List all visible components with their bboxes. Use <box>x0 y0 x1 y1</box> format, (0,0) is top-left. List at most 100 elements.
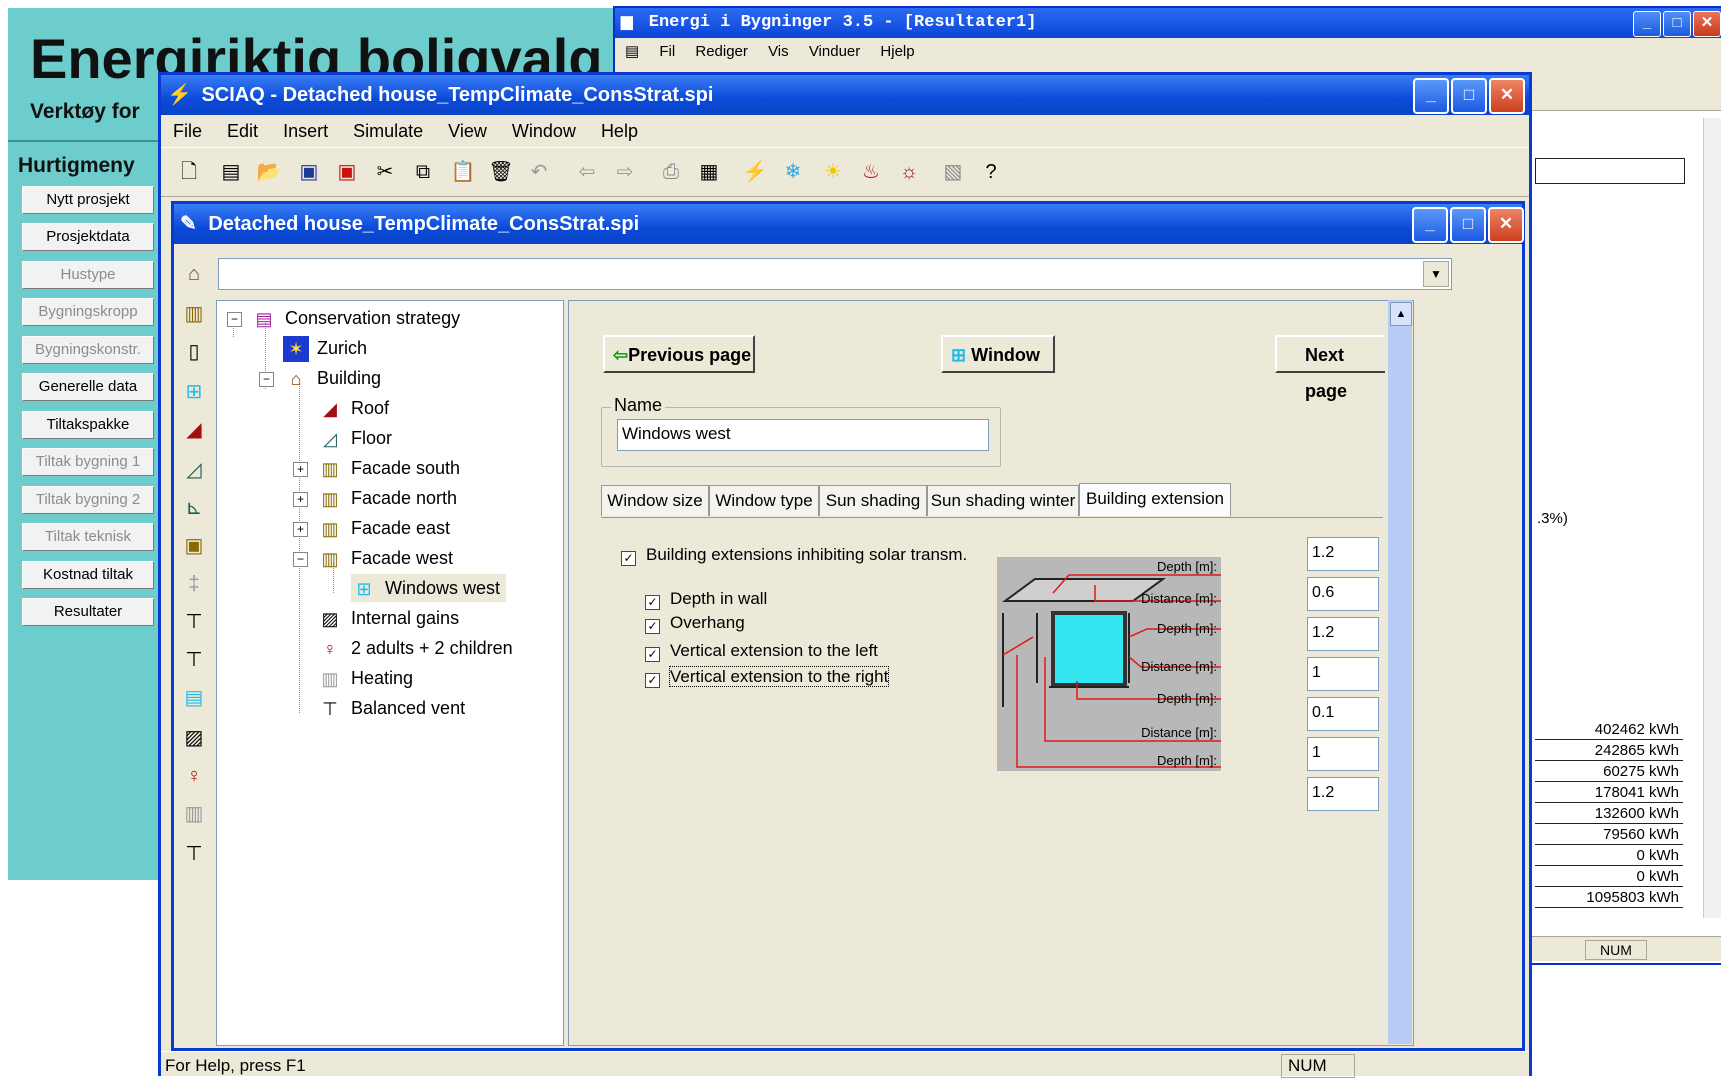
collapse-toggle[interactable]: − <box>227 312 242 327</box>
minimize-button[interactable]: _ <box>1413 78 1449 114</box>
close-button[interactable]: ✕ <box>1488 207 1524 243</box>
checkbox-checked[interactable]: ✓ <box>645 673 660 688</box>
balanced-vent-icon[interactable]: ⊤ <box>180 840 208 868</box>
tab-sun-shading[interactable]: Sun shading <box>819 485 927 516</box>
object-window-button[interactable]: ⊞ Window <box>941 335 1055 373</box>
sun-icon[interactable]: ☀ <box>819 158 847 186</box>
checkbox-checked[interactable]: ✓ <box>621 551 636 566</box>
forward-icon[interactable]: ⇨ <box>611 158 639 186</box>
tree-item-facade-east[interactable]: ▥ Facade east <box>317 514 450 542</box>
tab-sun-shading-winter[interactable]: Sun shading winter <box>927 485 1079 516</box>
maximize-button[interactable]: □ <box>1663 11 1691 37</box>
cut-icon[interactable]: ✂ <box>371 158 399 186</box>
tab-window-size[interactable]: Window size <box>601 485 709 516</box>
left-extension-distance-input[interactable]: 1 <box>1307 657 1379 691</box>
person-icon[interactable]: ♀ <box>180 762 208 790</box>
open-folder-icon[interactable]: 📂 <box>255 158 283 186</box>
document-titlebar[interactable]: ✎ Detached house_TempClimate_ConsStrat.s… <box>174 204 1522 244</box>
minimize-button[interactable]: _ <box>1633 11 1661 37</box>
print-icon[interactable]: ⎙ <box>657 158 685 186</box>
new-project-icon[interactable]: ▤ <box>217 158 245 186</box>
floor-icon[interactable]: ◿ <box>180 456 208 484</box>
object-combobox[interactable]: ▼ <box>218 258 1452 290</box>
minimize-button[interactable]: _ <box>1412 207 1448 243</box>
checkbox-checked[interactable]: ✓ <box>645 595 660 610</box>
save-as-icon[interactable]: ▣ <box>333 158 361 186</box>
report-icon[interactable]: ▦ <box>695 158 723 186</box>
internal-gains-icon[interactable]: ▨ <box>180 724 208 752</box>
menu-window[interactable]: Window <box>512 115 576 147</box>
next-page-button[interactable]: Next page <box>1275 335 1385 401</box>
expand-toggle[interactable]: + <box>293 492 308 507</box>
ventilation-2-icon[interactable]: ⊤ <box>180 646 208 674</box>
vertical-extension-left-checkbox[interactable]: ✓ Vertical extension to the left <box>645 641 878 662</box>
cooling-icon[interactable]: ❄ <box>779 158 807 186</box>
tree-item-facade-north[interactable]: ▥ Facade north <box>317 484 457 512</box>
menu-view[interactable]: View <box>448 115 487 147</box>
general-data-button[interactable]: Generelle data <box>22 373 154 401</box>
facade-icon[interactable]: ▥ <box>180 300 208 328</box>
ventilation-icon[interactable]: ⊤ <box>180 608 208 636</box>
tree-item-occupants[interactable]: ♀ 2 adults + 2 children <box>317 634 512 662</box>
back-icon[interactable]: ⇦ <box>573 158 601 186</box>
menu-insert[interactable]: Insert <box>283 115 328 147</box>
menu-rediger[interactable]: Rediger <box>695 43 748 60</box>
sciaq-titlebar[interactable]: ⚡ SCIAQ - Detached house_TempClimate_Con… <box>161 75 1529 115</box>
results-button[interactable]: Resultater <box>22 598 154 626</box>
previous-page-button[interactable]: ⇦Previous page <box>603 335 755 373</box>
overhang-checkbox[interactable]: ✓ Overhang <box>645 613 745 634</box>
menu-fil[interactable]: Fil <box>659 43 675 60</box>
delete-icon[interactable]: 🗑 <box>487 158 515 186</box>
help-icon[interactable]: ? <box>977 158 1005 186</box>
chevron-down-icon[interactable]: ▼ <box>1423 261 1449 287</box>
menu-vinduer[interactable]: Vinduer <box>809 43 860 60</box>
building-extensions-checkbox[interactable]: ✓ Building extensions inhibiting solar tr… <box>621 545 967 566</box>
menu-vis[interactable]: Vis <box>768 43 789 60</box>
tree-item-internal-gains[interactable]: ▨ Internal gains <box>317 604 459 632</box>
right-extension-distance-input[interactable]: 1 <box>1307 737 1379 771</box>
depth-in-wall-checkbox[interactable]: ✓ Depth in wall <box>645 589 767 610</box>
menu-hjelp[interactable]: Hjelp <box>880 43 914 60</box>
menu-help[interactable]: Help <box>601 115 638 147</box>
simulate-lightning-icon[interactable]: ⚡ <box>741 158 769 186</box>
house-icon[interactable]: ⌂ <box>180 260 208 288</box>
close-button[interactable]: ✕ <box>1489 78 1525 114</box>
tree-item-climate[interactable]: ✶ Zurich <box>283 334 367 363</box>
tab-window-type[interactable]: Window type <box>709 485 819 516</box>
left-extension-depth-input[interactable]: 0.1 <box>1307 697 1379 731</box>
tree-item-facade-west[interactable]: ▥ Facade west <box>317 544 453 572</box>
heating-icon[interactable]: ▥ <box>180 800 208 828</box>
tree-item-facade-south[interactable]: ▥ Facade south <box>317 454 460 482</box>
tree-item-building[interactable]: ⌂ Building <box>283 364 381 392</box>
new-project-button[interactable]: Nytt prosjekt <box>22 186 154 214</box>
undo-icon[interactable]: ↶ <box>525 158 553 186</box>
tab-building-extension[interactable]: Building extension <box>1079 483 1231 516</box>
project-data-button[interactable]: Prosjektdata <box>22 223 154 251</box>
measure-package-button[interactable]: Tiltakspakke <box>22 411 154 439</box>
energi-titlebar[interactable]: ▆ Energi i Bygninger 3.5 - [Resultater1] <box>615 8 1721 38</box>
collapse-toggle[interactable]: − <box>259 372 274 387</box>
tree-item-heating[interactable]: ▥ Heating <box>317 664 413 692</box>
tree-item-conservation-strategy[interactable]: ▤ Conservation strategy <box>251 304 460 332</box>
new-file-icon[interactable]: 🗋 <box>175 158 203 186</box>
checkbox-checked[interactable]: ✓ <box>645 619 660 634</box>
name-input[interactable]: Windows west <box>617 419 989 451</box>
expand-toggle[interactable]: + <box>293 522 308 537</box>
collapse-toggle[interactable]: − <box>293 552 308 567</box>
person-heat-icon[interactable]: ♨ <box>857 158 885 186</box>
tree-item-balanced-vent[interactable]: ⊤ Balanced vent <box>317 694 465 722</box>
measure-cost-button[interactable]: Kostnad tiltak <box>22 561 154 589</box>
ground-icon[interactable]: ⊾ <box>180 494 208 522</box>
connector-icon[interactable]: ‡ <box>180 570 208 598</box>
menu-edit[interactable]: Edit <box>227 115 258 147</box>
door-icon[interactable]: ▯ <box>180 338 208 366</box>
close-button[interactable]: ✕ <box>1693 11 1721 37</box>
vertical-extension-right-checkbox[interactable]: ✓ Vertical extension to the right <box>645 666 890 688</box>
scroll-up-icon[interactable]: ▲ <box>1390 302 1412 326</box>
tree-item-roof[interactable]: ◢ Roof <box>317 394 389 422</box>
wall-icon[interactable]: ▣ <box>180 532 208 560</box>
overhang-distance-input[interactable]: 0.6 <box>1307 577 1379 611</box>
menu-simulate[interactable]: Simulate <box>353 115 423 147</box>
person-sun-icon[interactable]: ☼ <box>895 158 923 186</box>
window-icon[interactable]: ⊞ <box>180 378 208 406</box>
